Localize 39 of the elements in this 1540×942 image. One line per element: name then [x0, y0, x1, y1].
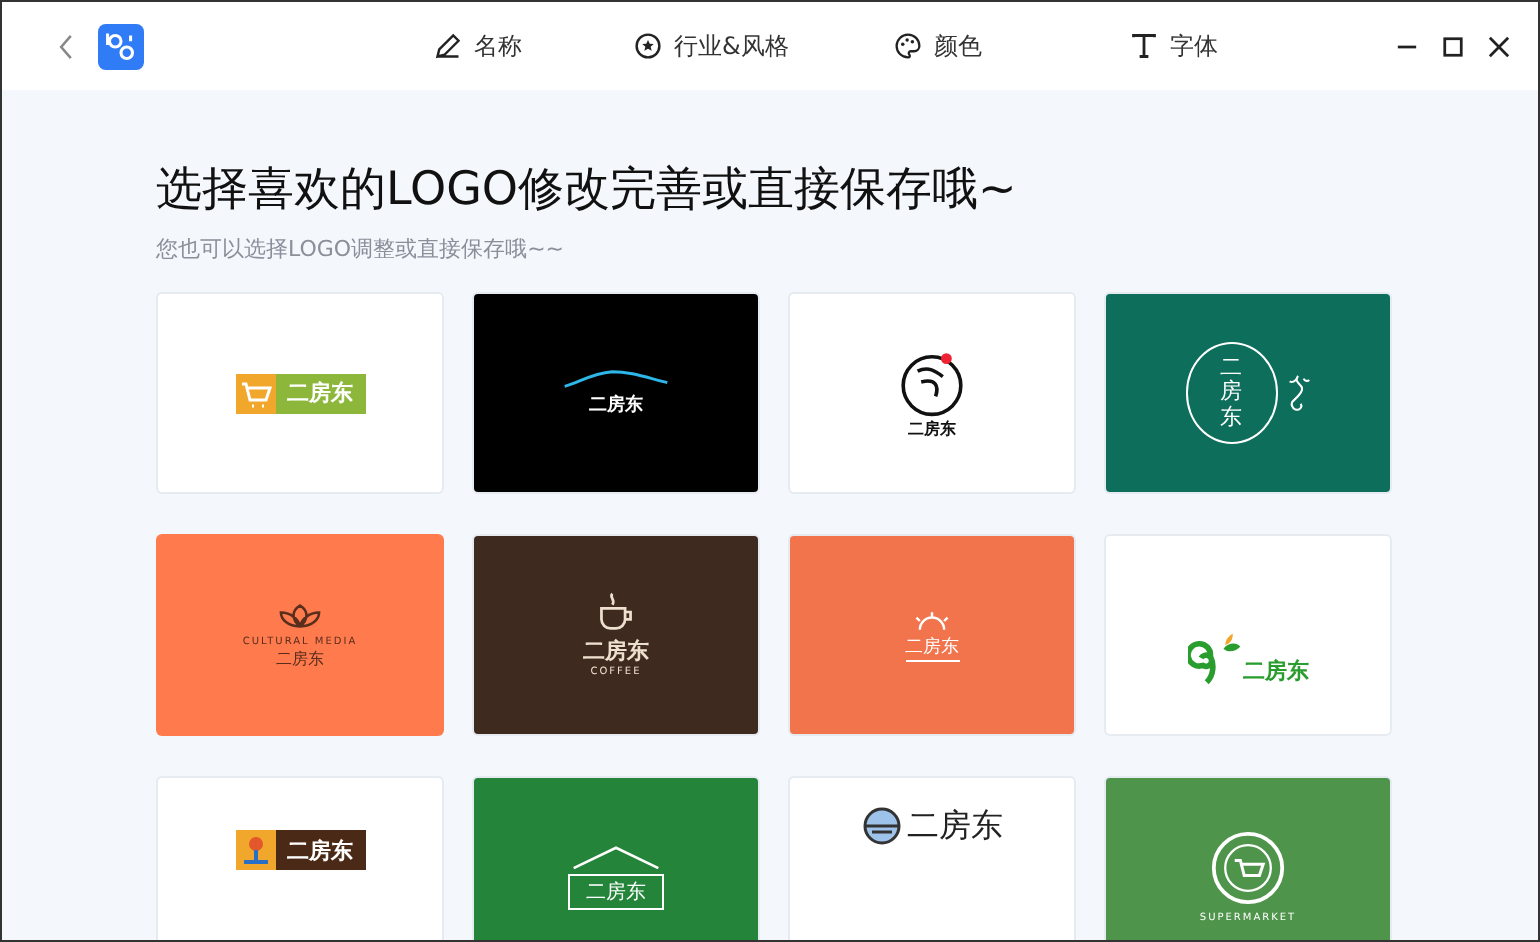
logo-card[interactable]: 二房东: [1104, 534, 1392, 736]
coffee-cup-icon: [594, 592, 638, 632]
close-icon[interactable]: [1488, 35, 1510, 57]
text-type-icon: [1130, 32, 1158, 60]
leaf-icon: [274, 601, 326, 629]
logo-card[interactable]: 二房东: [1104, 292, 1392, 494]
logo-name-text: 二房东: [1220, 356, 1242, 430]
logo-name-text: 二房东: [583, 636, 649, 666]
star-circle-icon: [634, 32, 662, 60]
nav-tab[interactable]: 颜色: [894, 29, 1130, 63]
palette-icon: [894, 32, 922, 60]
map-pin-icon: [235, 830, 275, 870]
nav-tab[interactable]: 行业&风格: [634, 29, 894, 63]
logo-name-text: 二房东: [287, 378, 353, 408]
logo-card[interactable]: 二房东: [472, 292, 760, 494]
logo-card[interactable]: 二房东: [788, 776, 1076, 940]
logo-name-text: 二房东: [1243, 656, 1309, 686]
logo-name-text: 二房东: [907, 806, 1003, 848]
logo-name-text: 二房东: [276, 647, 324, 669]
shopping-cart-icon: [235, 373, 275, 413]
maximize-icon[interactable]: [1442, 35, 1464, 57]
logo-name-text: 二房东: [568, 874, 664, 910]
nav-tab[interactable]: 字体: [1130, 29, 1376, 63]
boat-circle-icon: [861, 806, 901, 846]
back-icon[interactable]: [58, 33, 74, 59]
page-subtitle: 您也可以选择LOGO调整或直接保存哦~~: [156, 234, 567, 264]
logo-card[interactable]: 二房东: [788, 292, 1076, 494]
logo-name-text: 二房东: [287, 835, 353, 865]
cart-emblem-icon: [1210, 830, 1286, 906]
logo-name-text: 二房东: [908, 418, 956, 440]
pencil-icon: [434, 32, 462, 60]
logo-name-text: 二房东: [589, 392, 643, 418]
logo-name-text: 二房东: [905, 633, 959, 661]
page-title: 选择喜欢的LOGO修改完善或直接保存哦~: [156, 162, 1019, 220]
logo-card[interactable]: 二房东: [472, 776, 760, 940]
nav-tab[interactable]: 名称: [434, 29, 634, 63]
sprout-icon: [1187, 630, 1243, 686]
logo-card[interactable]: 二房东: [156, 776, 444, 940]
app-logo-icon: [98, 23, 144, 69]
